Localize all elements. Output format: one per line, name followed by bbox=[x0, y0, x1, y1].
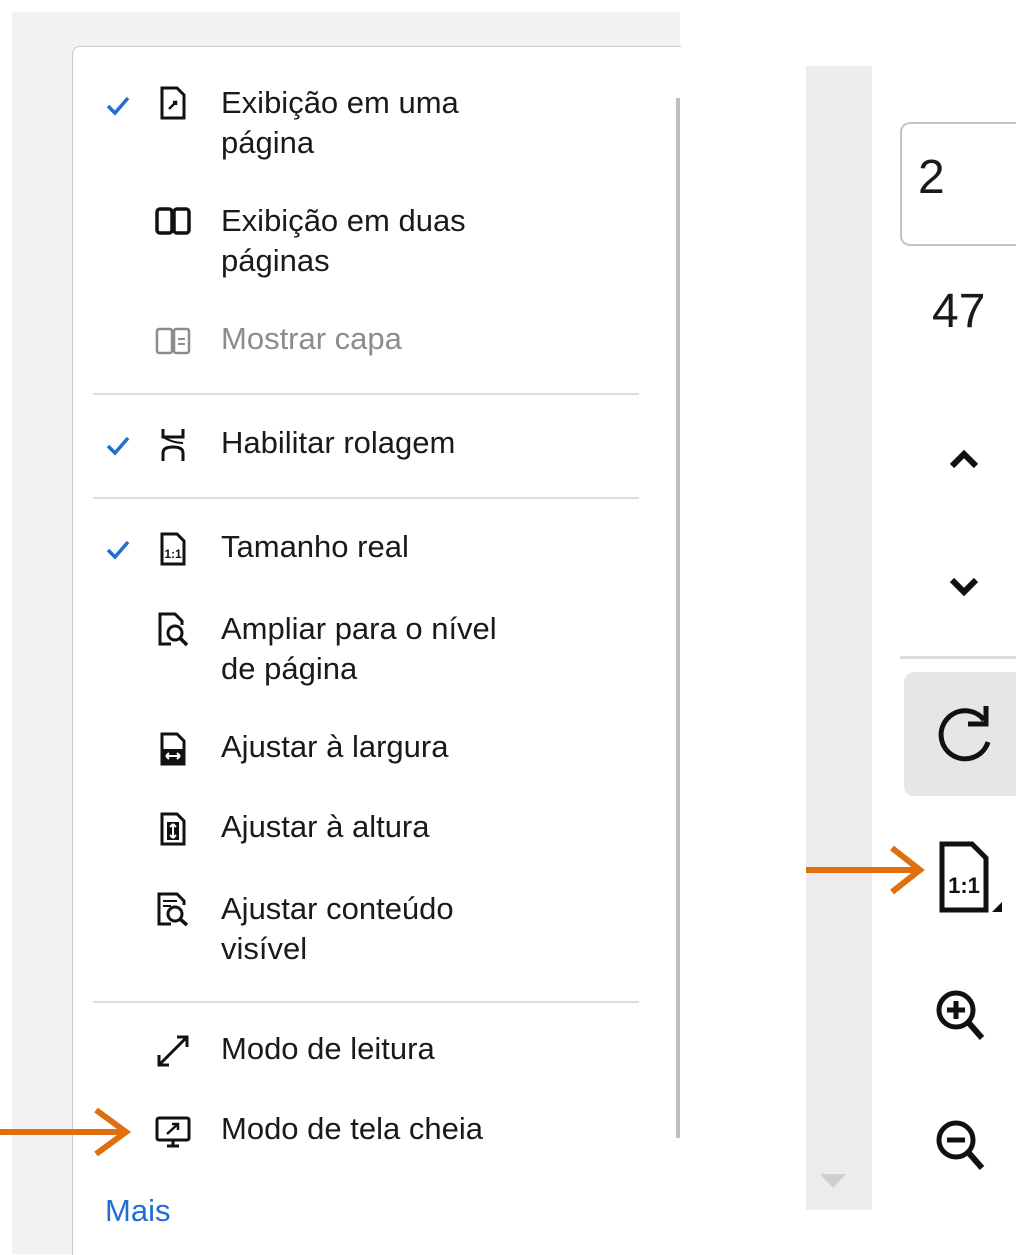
menu-item-single-page[interactable]: Exibição em uma página bbox=[73, 83, 673, 163]
document-scroll-track[interactable] bbox=[806, 66, 872, 1210]
menu-item-label: Ajustar à altura bbox=[221, 809, 430, 844]
svg-text:1:1: 1:1 bbox=[164, 547, 182, 561]
menu-separator bbox=[93, 1001, 639, 1003]
scroll-icon bbox=[161, 429, 185, 461]
total-pages: 47 bbox=[932, 285, 986, 338]
menu-item-fullscreen[interactable]: Modo de tela cheia bbox=[73, 1109, 673, 1153]
chevron-up-icon[interactable] bbox=[906, 404, 1016, 514]
menu-item-show-cover: Mostrar capa bbox=[73, 319, 673, 363]
actual-size-icon: 1:1 bbox=[160, 532, 186, 566]
single-page-icon bbox=[160, 86, 186, 120]
zoom-page-icon bbox=[158, 612, 189, 647]
menu-item-label: Habilitar rolagem bbox=[221, 425, 456, 460]
scroll-down-arrow-icon[interactable] bbox=[818, 1172, 848, 1190]
menu-item-label: Tamanho real bbox=[221, 529, 409, 564]
svg-text:1:1: 1:1 bbox=[948, 873, 980, 898]
zoom-in-icon[interactable] bbox=[906, 960, 1016, 1070]
check-icon bbox=[106, 436, 130, 456]
menu-separator bbox=[93, 497, 639, 499]
menu-item-label: Exibição em uma página bbox=[221, 85, 459, 160]
menu-item-zoom-page[interactable]: Ampliar para o nível de página bbox=[73, 609, 673, 689]
fit-width-icon bbox=[160, 732, 186, 766]
menu-item-label: Ajustar conteúdo visível bbox=[221, 891, 454, 966]
fit-height-icon bbox=[160, 812, 186, 846]
menu-item-label: Modo de leitura bbox=[221, 1031, 435, 1066]
fullscreen-icon bbox=[155, 1116, 191, 1148]
menu-item-label: Ampliar para o nível de página bbox=[221, 611, 497, 686]
reading-mode-icon bbox=[157, 1035, 189, 1067]
more-link[interactable]: Mais bbox=[105, 1191, 170, 1231]
view-menu: Exibição em uma página Exibição em duas … bbox=[72, 46, 681, 1255]
annotation-arrow-icon bbox=[806, 845, 925, 895]
menu-item-two-page[interactable]: Exibição em duas páginas bbox=[73, 201, 673, 281]
rotate-icon[interactable] bbox=[906, 680, 1016, 790]
menu-item-fit-width[interactable]: Ajustar à largura bbox=[73, 727, 673, 771]
menu-item-label: Modo de tela cheia bbox=[221, 1111, 483, 1146]
current-page: 2 bbox=[918, 151, 945, 204]
menu-item-actual-size[interactable]: 1:1 Tamanho real bbox=[73, 527, 673, 571]
two-page-icon bbox=[155, 207, 191, 235]
menu-item-label: Ajustar à largura bbox=[221, 729, 449, 764]
menu-separator bbox=[93, 393, 639, 395]
menu-scrollbar[interactable] bbox=[676, 98, 680, 1138]
menu-item-label: Mostrar capa bbox=[221, 321, 402, 356]
zoom-out-icon[interactable] bbox=[906, 1090, 1016, 1200]
cover-page-icon bbox=[155, 327, 191, 355]
annotation-arrow-icon bbox=[0, 1107, 132, 1157]
menu-item-label: Exibição em duas páginas bbox=[221, 203, 466, 278]
check-icon bbox=[106, 96, 130, 116]
menu-item-fit-height[interactable]: Ajustar à altura bbox=[73, 807, 673, 851]
check-icon bbox=[106, 540, 130, 560]
menu-item-enable-scroll[interactable]: Habilitar rolagem bbox=[73, 423, 673, 467]
menu-item-reading-mode[interactable]: Modo de leitura bbox=[73, 1029, 673, 1073]
chevron-down-icon[interactable] bbox=[906, 530, 1016, 640]
toolbar-separator bbox=[900, 656, 1016, 659]
menu-item-fit-visible[interactable]: Ajustar conteúdo visível bbox=[73, 889, 673, 969]
fit-visible-icon bbox=[157, 892, 189, 927]
